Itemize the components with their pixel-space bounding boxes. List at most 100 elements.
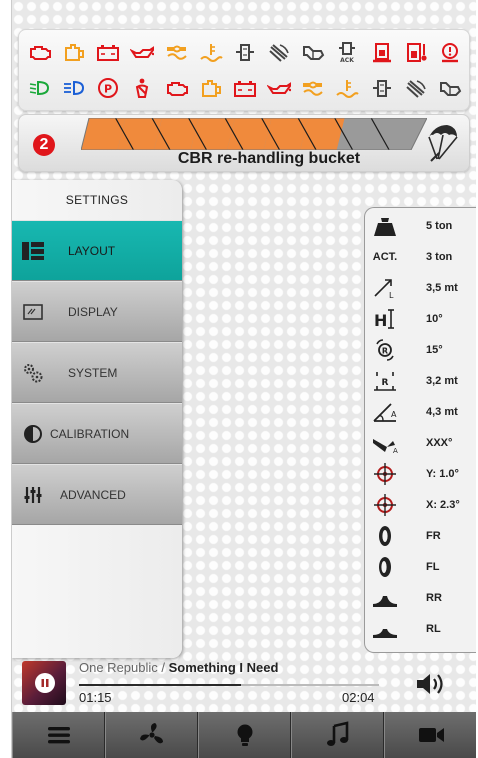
measurement-row: X: 2.3° [365, 490, 476, 519]
seat-belt-icon [129, 75, 155, 101]
nav-fan-button[interactable] [105, 712, 198, 758]
menu-item-display[interactable]: DISPLAY [12, 281, 182, 342]
battery-icon [232, 75, 258, 101]
parking-brake-icon: P [95, 75, 121, 101]
progress-fill [79, 684, 241, 686]
menu-item-system[interactable]: SYSTEM [12, 342, 182, 403]
sliders-icon [20, 484, 46, 506]
progress-bar[interactable] [79, 684, 379, 686]
boom-angle-icon: A [365, 431, 405, 455]
warning-lamp-panel: ACK P [18, 29, 470, 111]
crosshair-x-icon [365, 493, 405, 517]
time-total: 02:04 [342, 690, 375, 705]
svg-text:P: P [104, 83, 112, 96]
settings-menu: SETTINGS LAYOUT DISPLAY SYSTEM CALIBRATI… [12, 180, 182, 658]
measurement-panel: 5 ton ACT. 3 ton L 3,5 mt H 10° R 15° R 3,2 mt A 4,3… [364, 207, 476, 653]
boom-length-icon: L [365, 276, 405, 300]
menu-item-label: ADVANCED [60, 487, 126, 502]
menu-item-layout[interactable]: LAYOUT [12, 220, 182, 281]
track-artist: One Republic [79, 660, 158, 675]
measurement-value: FL [426, 560, 440, 573]
measurement-value: XXX° [426, 436, 453, 449]
svg-text:A: A [391, 410, 397, 419]
measurement-value: 15° [426, 343, 443, 356]
fuel-level-icon [369, 39, 395, 65]
measurement-value: 3,2 mt [426, 374, 458, 387]
calibration-icon [20, 423, 46, 445]
album-art [22, 661, 66, 705]
coolant-icon [198, 39, 224, 65]
air-filter-icon [403, 75, 429, 101]
svg-text:H: H [374, 311, 387, 330]
hydraulic-filter-icon [369, 75, 395, 101]
svg-text:R: R [382, 346, 388, 355]
engine-orange-icon [61, 39, 87, 65]
menu-item-advanced[interactable]: ADVANCED [12, 464, 182, 525]
measurement-value: RR [426, 591, 442, 604]
nav-light-button[interactable] [198, 712, 291, 758]
equipment-name: CBR re-handling bucket [177, 150, 361, 167]
oil-can-icon [266, 75, 292, 101]
pause-icon [41, 679, 49, 687]
pause-button[interactable] [35, 673, 55, 693]
engine-red-icon [27, 39, 53, 65]
app-screen: ACK P 2 CBR re-handling bucket SETTINGS … [11, 0, 476, 758]
measurement-row: R 3,2 mt [365, 366, 476, 395]
menu-item-label: SYSTEM [68, 365, 118, 380]
glow-plug-icon [164, 39, 190, 65]
menu-item-label: DISPLAY [68, 304, 118, 319]
measurement-row: RR [365, 583, 476, 612]
angle-icon: A [365, 400, 405, 424]
equipment-load-gauge [81, 118, 427, 150]
measurement-row: H 10° [365, 304, 476, 333]
oil-can-icon [129, 39, 155, 65]
measurement-row: Y: 1.0° [365, 459, 476, 488]
measurement-value: 5 ton [426, 219, 453, 232]
nav-music-button[interactable] [291, 712, 384, 758]
measurement-value: 4,3 mt [426, 405, 458, 418]
fuel-temp-icon [403, 39, 429, 65]
volume-icon[interactable] [415, 670, 449, 698]
crosshair-y-icon [365, 462, 405, 486]
warning-lamp-row-bottom: P [27, 74, 463, 102]
video-camera-icon [418, 728, 444, 742]
bottom-navigation [12, 712, 476, 758]
radius-icon: R [365, 369, 405, 393]
hydraulic-filter-icon [232, 39, 258, 65]
warning-lamp-row-top: ACK [27, 38, 463, 66]
equipment-number-badge: 2 [33, 134, 55, 156]
measurement-row: R 15° [365, 335, 476, 364]
track-separator: / [157, 660, 169, 675]
svg-text:ACK: ACK [341, 57, 355, 63]
measurement-value: FR [426, 529, 441, 542]
measurement-value: 3 ton [426, 250, 453, 263]
measurement-value: RL [426, 622, 441, 635]
measurement-row: RL [365, 614, 476, 643]
measurement-value: X: 2.3° [426, 498, 460, 511]
engine-red-icon [164, 75, 190, 101]
ack-icon: ACK [334, 39, 360, 65]
rotation-icon: R [365, 338, 405, 362]
parachute-icon[interactable] [425, 123, 459, 163]
equipment-bar[interactable]: 2 CBR re-handling bucket [18, 114, 470, 172]
low-beam-icon [27, 75, 53, 101]
high-beam-icon [61, 75, 87, 101]
settings-title: SETTINGS [65, 193, 129, 207]
nav-menu-button[interactable] [12, 712, 105, 758]
air-filter-icon [266, 39, 292, 65]
menu-item-calibration[interactable]: CALIBRATION [12, 403, 182, 464]
track-info: One Republic / Something I Need [79, 660, 278, 675]
tire-front-right-icon [365, 524, 405, 548]
measurement-value: 10° [426, 312, 443, 325]
menu-item-label: LAYOUT [68, 243, 116, 258]
battery-icon [95, 39, 121, 65]
tire-front-left-icon [365, 555, 405, 579]
nav-camera-button[interactable] [384, 712, 476, 758]
time-elapsed: 01:15 [79, 690, 112, 705]
coolant-icon [334, 75, 360, 101]
menu-item-label: CALIBRATION [50, 426, 130, 441]
menu-icon [47, 727, 70, 744]
measurement-row: A 4,3 mt [365, 397, 476, 426]
system-gears-icon [20, 362, 46, 384]
measurement-row: ACT. 3 ton [365, 242, 476, 271]
